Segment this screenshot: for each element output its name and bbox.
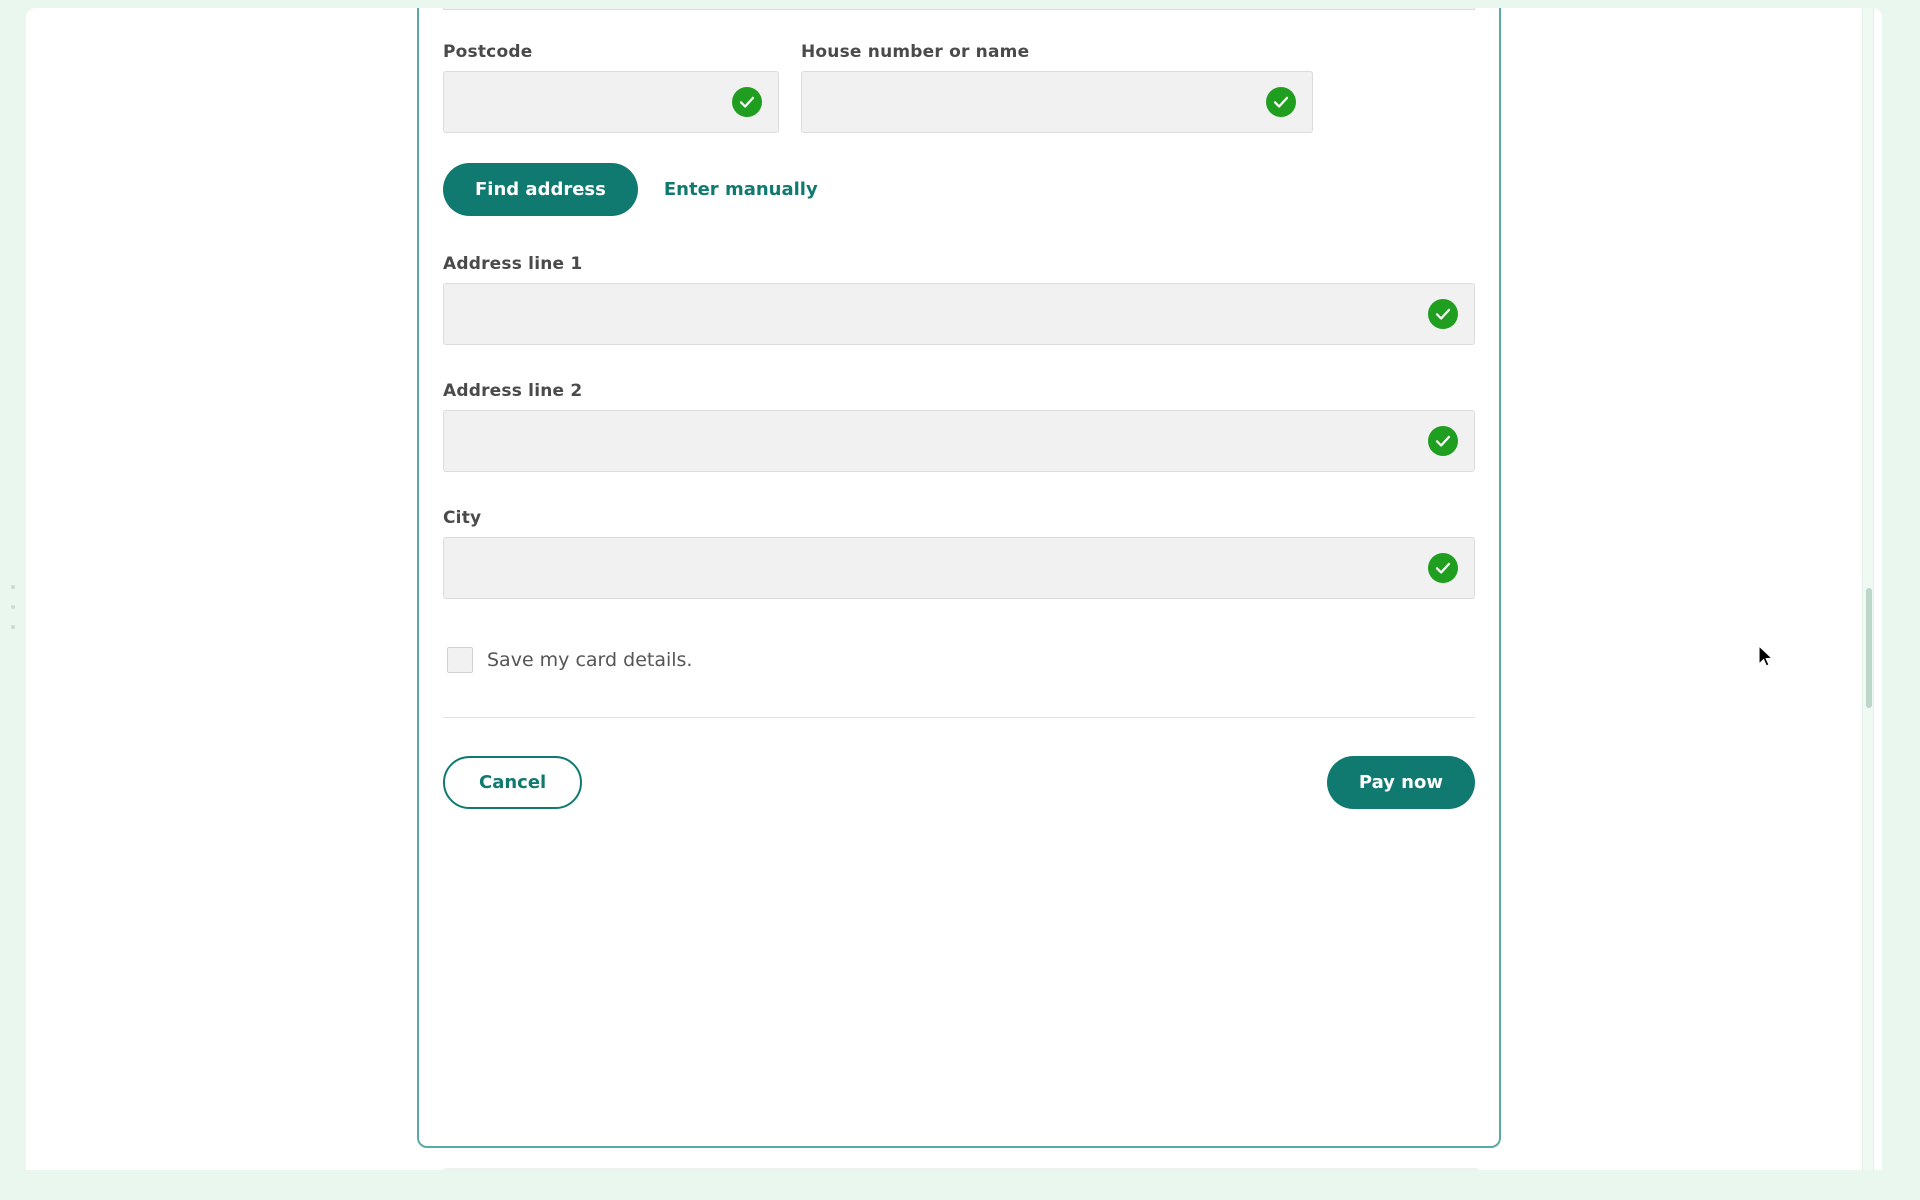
app-frame: Postcode House number or name Find addre… <box>0 0 1920 1200</box>
address-line-2-group: Address line 2 <box>443 381 1475 472</box>
city-input-shell[interactable] <box>443 537 1475 599</box>
check-circle-icon <box>1428 299 1458 329</box>
footer-actions: Cancel Pay now <box>443 718 1475 809</box>
drag-dot <box>11 625 15 629</box>
check-circle-icon <box>1266 87 1296 117</box>
city-input[interactable] <box>460 538 1458 598</box>
address-line-2-label: Address line 2 <box>443 381 583 401</box>
save-card-row[interactable]: Save my card details. <box>443 647 1475 673</box>
check-circle-icon <box>1428 426 1458 456</box>
checkout-card: Postcode House number or name Find addre… <box>417 8 1501 1148</box>
house-field-group: House number or name <box>801 42 1313 133</box>
drag-handle-dots-icon[interactable] <box>8 585 18 629</box>
address-line-1-input[interactable] <box>460 284 1458 344</box>
check-circle-icon <box>732 87 762 117</box>
find-address-button[interactable]: Find address <box>443 163 638 216</box>
postcode-field-group: Postcode <box>443 42 779 133</box>
house-label: House number or name <box>801 42 1030 62</box>
drag-dot <box>11 585 15 589</box>
vertical-scrollbar[interactable] <box>1862 8 1874 1170</box>
address-line-2-input-shell[interactable] <box>443 410 1475 472</box>
drag-dot <box>11 605 15 609</box>
address-line-1-input-shell[interactable] <box>443 283 1475 345</box>
city-label: City <box>443 508 482 528</box>
save-card-checkbox[interactable] <box>447 647 473 673</box>
address-line-1-label: Address line 1 <box>443 254 583 274</box>
address-lookup-actions: Find address Enter manually <box>443 163 1475 216</box>
check-circle-icon <box>1428 553 1458 583</box>
postcode-input-shell[interactable] <box>443 71 779 133</box>
below-card-panel <box>441 1168 1481 1170</box>
house-input-shell[interactable] <box>801 71 1313 133</box>
address-line-1-group: Address line 1 <box>443 254 1475 345</box>
postcode-input[interactable] <box>460 72 762 132</box>
page-scroll-area: Postcode House number or name Find addre… <box>26 8 1882 1170</box>
city-group: City <box>443 508 1475 599</box>
cancel-button[interactable]: Cancel <box>443 756 583 809</box>
browser-viewport: Postcode House number or name Find addre… <box>26 8 1882 1170</box>
scrollbar-thumb[interactable] <box>1866 588 1872 708</box>
enter-manually-button[interactable]: Enter manually <box>652 165 830 214</box>
postcode-label: Postcode <box>443 42 533 62</box>
house-input[interactable] <box>818 72 1296 132</box>
country-select[interactable] <box>443 8 1475 10</box>
pay-now-button[interactable]: Pay now <box>1326 756 1475 809</box>
save-card-label: Save my card details. <box>487 649 693 671</box>
address-line-2-input[interactable] <box>460 411 1458 471</box>
